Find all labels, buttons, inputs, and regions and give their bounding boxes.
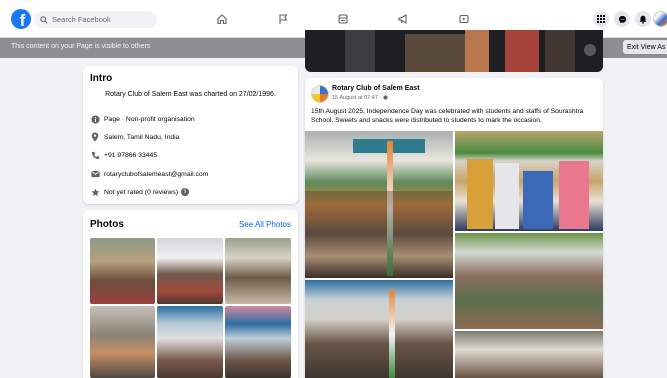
post-time-text: 15 August at 07:47 · — [332, 95, 383, 101]
phone-icon — [90, 150, 100, 160]
megaphone-icon[interactable] — [396, 12, 410, 26]
post-photo-students[interactable] — [455, 233, 603, 329]
video-icon[interactable] — [336, 12, 350, 26]
email-icon — [90, 169, 100, 179]
page-avatar[interactable] — [311, 85, 329, 103]
intro-item-label: Salem, Tamil Nadu, India — [104, 133, 180, 141]
intro-item-label: Page · Non-profit organisation — [104, 115, 195, 123]
intro-item-phone[interactable]: +91 97866 33445 — [90, 150, 157, 160]
exit-view-as-button[interactable]: Exit View As — [623, 40, 667, 54]
search-input[interactable] — [52, 15, 152, 24]
info-icon — [90, 114, 100, 124]
menu-grid-icon[interactable] — [593, 11, 609, 27]
intro-item-email[interactable]: rotaryclubofsalemeast@gmail.com — [90, 169, 208, 179]
photo-thumbnail[interactable] — [90, 306, 155, 378]
intro-item-label: +91 97866 33445 — [104, 151, 158, 159]
post-photo-flag-hoisting-2[interactable] — [305, 280, 453, 378]
home-icon[interactable] — [215, 12, 229, 26]
post-timestamp[interactable]: 15 August at 07:47 · — [332, 95, 388, 101]
location-pin-icon — [90, 132, 100, 142]
search-box[interactable] — [34, 11, 157, 28]
see-all-photos-link[interactable]: See All Photos — [239, 220, 291, 229]
view-as-banner-text: This content on your Page is visible to … — [11, 43, 151, 50]
photos-title: Photos — [90, 219, 124, 230]
post-text: 15th August 2025, Independence Day was c… — [311, 108, 584, 124]
post-author[interactable]: Rotary Club of Salem East — [332, 85, 420, 92]
intro-description: Rotary Club of Salem East was charted on… — [105, 91, 276, 98]
intro-item-rating: Not yet rated (0 reviews) i — [90, 187, 190, 197]
intro-item-location: Salem, Tamil Nadu, India — [90, 132, 179, 142]
intro-item-category: Page · Non-profit organisation — [90, 114, 195, 124]
cover-photo — [305, 30, 603, 72]
info-icon[interactable]: i — [181, 188, 190, 196]
photo-thumbnail[interactable] — [90, 238, 155, 304]
share-icon[interactable] — [584, 44, 596, 56]
intro-item-label: Not yet rated (0 reviews) — [104, 188, 179, 196]
profile-avatar[interactable] — [653, 11, 667, 27]
photo-thumbnail[interactable] — [225, 238, 291, 304]
photo-thumbnail[interactable] — [225, 306, 291, 378]
bell-icon[interactable] — [635, 11, 651, 27]
gaming-icon[interactable] — [457, 12, 471, 26]
intro-card: Intro Rotary Club of Salem East was char… — [83, 66, 298, 204]
search-icon — [40, 15, 48, 24]
star-icon — [90, 187, 100, 197]
facebook-logo[interactable]: f — [11, 9, 31, 29]
post-photo-hall[interactable] — [455, 331, 603, 378]
messenger-icon[interactable] — [614, 11, 630, 27]
flag-icon[interactable] — [276, 12, 290, 26]
photo-thumbnail[interactable] — [157, 306, 223, 378]
post-photo-flag-hoisting[interactable] — [305, 131, 453, 278]
globe-icon — [383, 95, 388, 100]
post-card: Rotary Club of Salem East 15 August at 0… — [305, 78, 603, 378]
intro-item-label: rotaryclubofsalemeast@gmail.com — [104, 170, 209, 178]
post-photo-group[interactable] — [455, 131, 603, 231]
photos-card: Photos See All Photos — [83, 210, 298, 378]
photo-thumbnail[interactable] — [157, 238, 223, 304]
intro-title: Intro — [90, 73, 113, 84]
